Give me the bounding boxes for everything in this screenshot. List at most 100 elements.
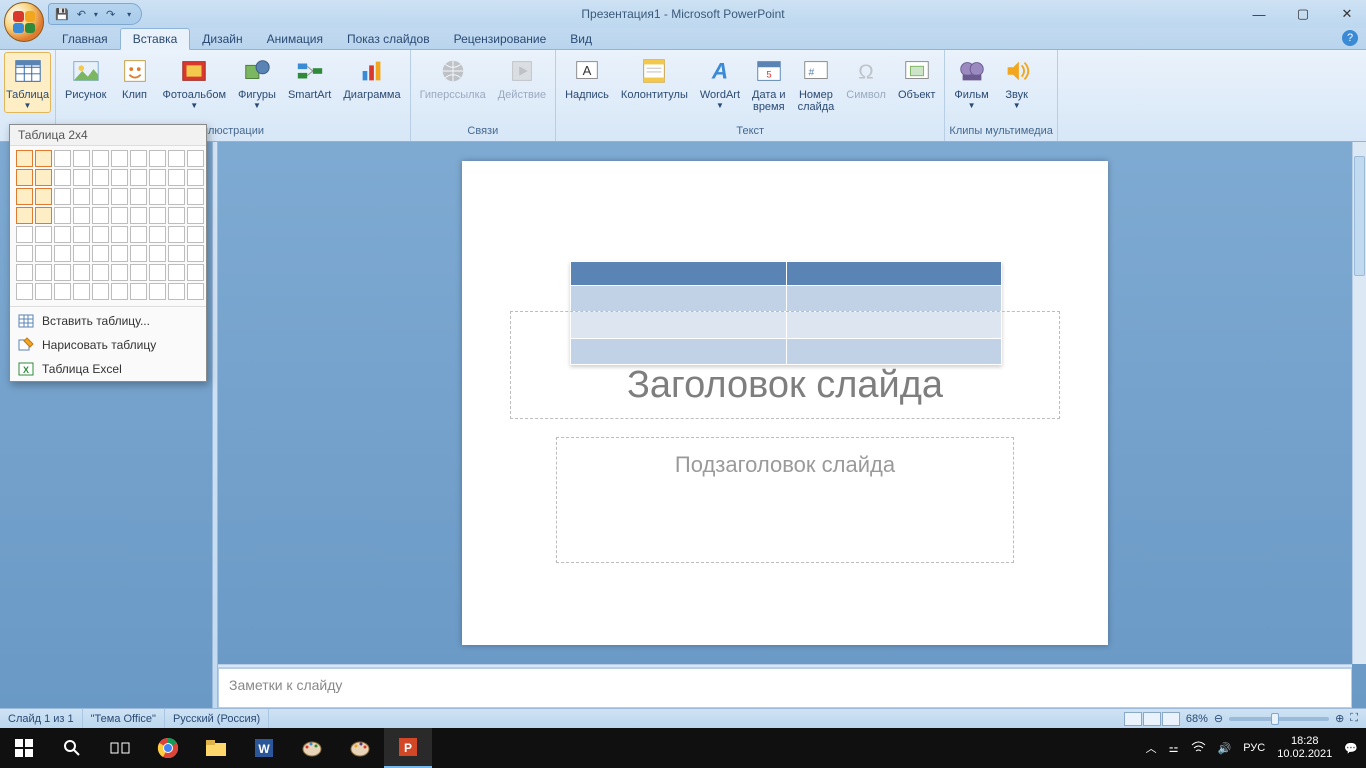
table-grid-cell[interactable] [35, 264, 52, 281]
status-language[interactable]: Русский (Россия) [165, 709, 269, 728]
tray-volume-icon[interactable]: 🔊 [1218, 742, 1232, 755]
table-grid-cell[interactable] [168, 188, 185, 205]
qat-redo-icon[interactable]: ↷ [106, 8, 115, 21]
tab-review[interactable]: Рецензирование [442, 29, 559, 49]
table-grid-cell[interactable] [16, 169, 33, 186]
table-grid-cell[interactable] [111, 169, 128, 186]
table-grid-cell[interactable] [168, 207, 185, 224]
table-grid-cell[interactable] [92, 226, 109, 243]
table-grid-cell[interactable] [73, 283, 90, 300]
taskbar-paint2[interactable] [336, 728, 384, 768]
table-grid-cell[interactable] [92, 169, 109, 186]
table-grid-cell[interactable] [130, 169, 147, 186]
table-grid-cell[interactable] [92, 283, 109, 300]
tray-network-icon[interactable]: ⚍ [1169, 742, 1179, 755]
table-grid-cell[interactable] [111, 264, 128, 281]
table-grid-cell[interactable] [92, 264, 109, 281]
status-theme[interactable]: "Тема Office" [83, 709, 165, 728]
window-minimize-button[interactable]: — [1246, 7, 1272, 22]
ribbon-picture-button[interactable]: Рисунок [60, 52, 112, 104]
table-grid-cell[interactable] [73, 226, 90, 243]
ribbon-sound-button[interactable]: Звук▼ [996, 52, 1038, 113]
table-grid-cell[interactable] [35, 207, 52, 224]
scrollbar-thumb[interactable] [1354, 156, 1365, 276]
window-maximize-button[interactable]: ▢ [1290, 6, 1316, 22]
table-grid-cell[interactable] [16, 283, 33, 300]
taskbar-powerpoint[interactable]: P [384, 728, 432, 768]
view-sorter-button[interactable] [1143, 712, 1161, 726]
zoom-value[interactable]: 68% [1186, 713, 1208, 725]
ribbon-album-button[interactable]: Фотоальбом▼ [158, 52, 232, 113]
notes-pane[interactable]: Заметки к слайду [218, 668, 1352, 708]
table-grid-cell[interactable] [35, 245, 52, 262]
table-grid-cell[interactable] [187, 245, 204, 262]
qat-save-icon[interactable]: 💾 [55, 8, 69, 21]
table-grid-cell[interactable] [130, 283, 147, 300]
zoom-out-button[interactable]: ⊖ [1214, 712, 1223, 725]
table-grid-cell[interactable] [168, 226, 185, 243]
tray-chevron-icon[interactable]: ︿ [1146, 740, 1157, 756]
table-grid-cell[interactable] [73, 169, 90, 186]
tab-design[interactable]: Дизайн [190, 29, 254, 49]
office-button[interactable] [4, 2, 44, 42]
table-grid-cell[interactable] [130, 207, 147, 224]
fit-slide-button[interactable]: ⛶ [1350, 712, 1358, 725]
table-grid-cell[interactable] [35, 188, 52, 205]
table-grid-cell[interactable] [168, 264, 185, 281]
table-grid-cell[interactable] [73, 264, 90, 281]
zoom-slider-thumb[interactable] [1271, 713, 1279, 725]
table-grid-cell[interactable] [92, 207, 109, 224]
table-grid-cell[interactable] [187, 264, 204, 281]
start-button[interactable] [0, 728, 48, 768]
qat-customize-icon[interactable]: ▾ [127, 10, 131, 19]
ribbon-smartart-button[interactable]: SmartArt [283, 52, 336, 104]
tray-language[interactable]: РУС [1243, 742, 1265, 754]
table-grid-cell[interactable] [168, 169, 185, 186]
table-grid-cell[interactable] [35, 150, 52, 167]
table-grid-cell[interactable] [111, 188, 128, 205]
ribbon-datetime-button[interactable]: 5Дата и время [747, 52, 791, 116]
table-grid-cell[interactable] [16, 226, 33, 243]
draw-table-menuitem[interactable]: Нарисовать таблицу [10, 333, 206, 357]
table-grid-cell[interactable] [130, 188, 147, 205]
zoom-in-button[interactable]: ⊕ [1335, 712, 1344, 725]
slide-canvas[interactable]: Заголовок слайда Подзаголовок слайда [462, 161, 1108, 645]
ribbon-object-button[interactable]: Объект [893, 52, 940, 104]
tab-home[interactable]: Главная [50, 29, 120, 49]
table-grid-cell[interactable] [54, 245, 71, 262]
table-grid-cell[interactable] [16, 188, 33, 205]
table-grid-cell[interactable] [54, 150, 71, 167]
table-grid-cell[interactable] [16, 245, 33, 262]
tab-view[interactable]: Вид [558, 29, 604, 49]
tray-wifi-icon[interactable] [1191, 741, 1206, 756]
table-grid-cell[interactable] [187, 226, 204, 243]
insert-table-menuitem[interactable]: Вставить таблицу... [10, 309, 206, 333]
table-grid-cell[interactable] [187, 188, 204, 205]
tray-clock[interactable]: 18:28 10.02.2021 [1277, 735, 1332, 761]
qat-undo-more-icon[interactable]: ▾ [94, 10, 98, 19]
table-grid-cell[interactable] [149, 188, 166, 205]
table-grid-cell[interactable] [149, 207, 166, 224]
ribbon-chart-button[interactable]: Диаграмма [338, 52, 405, 104]
excel-table-menuitem[interactable]: X Таблица Excel [10, 357, 206, 381]
taskbar-paint1[interactable] [288, 728, 336, 768]
table-grid-cell[interactable] [149, 169, 166, 186]
table-grid-cell[interactable] [54, 226, 71, 243]
table-grid-cell[interactable] [54, 169, 71, 186]
table-grid-cell[interactable] [149, 226, 166, 243]
table-grid-cell[interactable] [111, 245, 128, 262]
table-grid-cell[interactable] [111, 283, 128, 300]
table-grid-cell[interactable] [73, 150, 90, 167]
table-grid-cell[interactable] [111, 226, 128, 243]
table-grid-cell[interactable] [92, 188, 109, 205]
table-grid-cell[interactable] [111, 150, 128, 167]
taskbar-chrome[interactable] [144, 728, 192, 768]
table-grid-cell[interactable] [54, 207, 71, 224]
table-grid-cell[interactable] [149, 264, 166, 281]
table-grid-cell[interactable] [111, 207, 128, 224]
table-grid-cell[interactable] [16, 150, 33, 167]
table-grid-cell[interactable] [130, 264, 147, 281]
table-grid-cell[interactable] [16, 264, 33, 281]
zoom-slider[interactable] [1229, 717, 1329, 721]
table-grid-cell[interactable] [187, 283, 204, 300]
